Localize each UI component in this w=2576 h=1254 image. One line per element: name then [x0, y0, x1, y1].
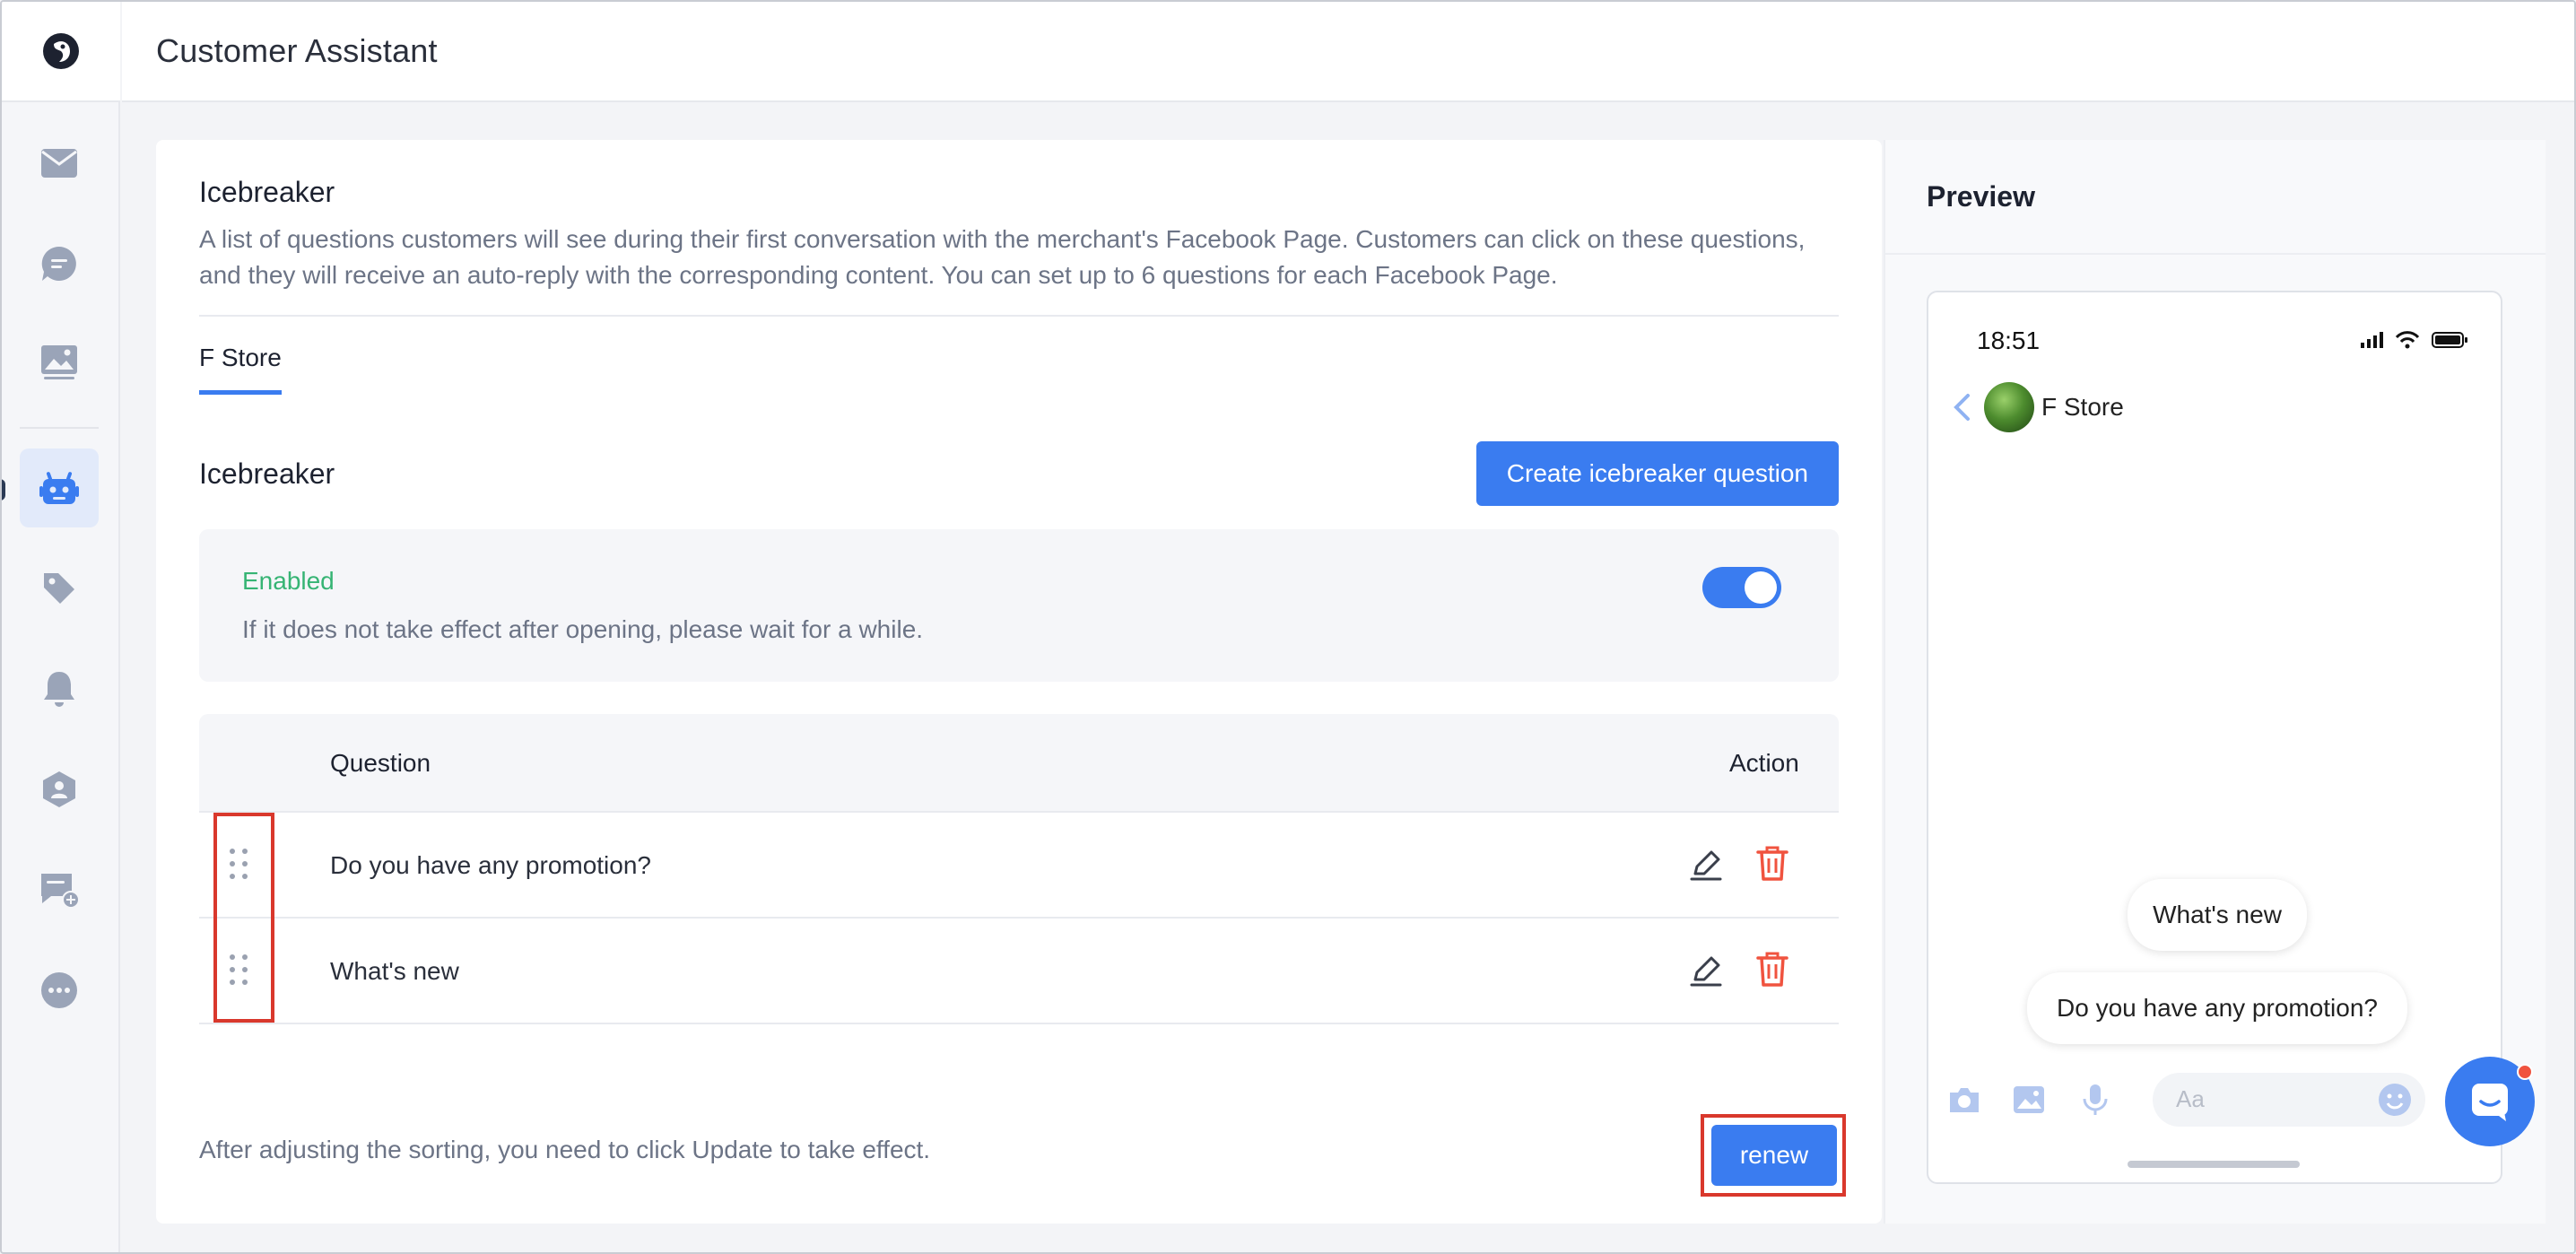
phone-time: 18:51: [1977, 327, 2041, 354]
settings-intro: Icebreaker A list of questions customers…: [199, 176, 1839, 403]
camera-icon[interactable]: [1946, 1082, 1982, 1118]
bell-icon: [44, 672, 74, 707]
divider: [199, 315, 1839, 317]
top-header: Customer Assistant: [122, 2, 2574, 102]
column-header-action: Action: [1729, 749, 1799, 777]
edit-icon[interactable]: [1688, 953, 1724, 988]
renew-button[interactable]: renew: [1711, 1125, 1837, 1186]
back-chevron-icon[interactable]: [1952, 393, 1971, 422]
chat-header: F Store: [1952, 382, 2124, 432]
icebreaker-bubble[interactable]: Do you have any promotion?: [2027, 972, 2407, 1044]
sidebar-item-messages[interactable]: [20, 850, 99, 929]
section-title: Icebreaker: [199, 457, 335, 490]
emoji-icon[interactable]: [2377, 1082, 2413, 1118]
table-row: What's new: [199, 919, 1839, 1024]
app-logo[interactable]: [2, 2, 120, 102]
page-title: Customer Assistant: [156, 32, 438, 69]
status-title: Enabled: [242, 567, 335, 595]
active-indicator: [2, 479, 5, 501]
icebreaker-section-header: Icebreaker Create icebreaker question: [199, 441, 1839, 506]
edit-icon[interactable]: [1688, 847, 1724, 883]
drag-handles-highlight: [213, 813, 274, 1023]
delete-icon[interactable]: [1754, 951, 1790, 988]
microphone-icon[interactable]: [2077, 1082, 2113, 1118]
image-icon: [41, 345, 77, 379]
sidebar-item-customers[interactable]: [20, 750, 99, 829]
enable-toggle[interactable]: [1702, 567, 1781, 608]
icebreaker-settings-card: Icebreaker A list of questions customers…: [156, 140, 1882, 1224]
message-composer: Aa: [1941, 1073, 2488, 1127]
question-text: Do you have any promotion?: [330, 851, 651, 879]
message-input-placeholder: Aa: [2176, 1085, 2205, 1112]
chat-widget-icon: [2472, 1084, 2508, 1121]
column-header-question: Question: [330, 749, 431, 777]
sidebar-item-automation[interactable]: [20, 448, 99, 527]
sidebar-item-notifications[interactable]: [20, 649, 99, 728]
sidebar-item-tags[interactable]: [20, 549, 99, 628]
preview-title: Preview: [1927, 179, 2035, 213]
chat-add-icon: [41, 874, 80, 909]
support-chat-button[interactable]: [2445, 1057, 2535, 1146]
page-tabs: F Store: [199, 344, 1839, 403]
status-note: If it does not take effect after opening…: [242, 615, 924, 643]
robot-icon: [39, 472, 79, 504]
toggle-knob: [1745, 571, 1777, 604]
status-panel: Enabled If it does not take effect after…: [199, 529, 1839, 682]
settings-description: A list of questions customers will see d…: [199, 225, 1806, 289]
user-shield-icon: [43, 771, 75, 807]
sidebar: [2, 2, 120, 1252]
icebreaker-bubble[interactable]: What's new: [2128, 879, 2307, 951]
home-indicator: [2128, 1161, 2300, 1168]
tab-f-store[interactable]: F Store: [199, 344, 282, 395]
more-icon: [41, 972, 77, 1008]
sidebar-divider: [20, 427, 99, 429]
sidebar-item-more[interactable]: [20, 951, 99, 1030]
delete-icon[interactable]: [1754, 845, 1790, 883]
gallery-icon[interactable]: [2011, 1082, 2047, 1118]
parrot-logo-icon: [43, 33, 79, 69]
notification-dot: [2517, 1064, 2533, 1080]
questions-table: Question Action Do you have any promotio…: [199, 714, 1839, 1024]
phone-mockup: 18:51 F Store What's new Do you have any…: [1927, 291, 2502, 1184]
sorting-note: After adjusting the sorting, you need to…: [199, 1136, 931, 1163]
table-header: Question Action: [199, 714, 1839, 813]
message-input[interactable]: Aa: [2153, 1073, 2425, 1127]
mail-icon: [41, 149, 77, 178]
tag-icon: [44, 573, 74, 604]
settings-title: Icebreaker: [199, 176, 335, 208]
sidebar-item-inbox[interactable]: [20, 124, 99, 203]
preview-panel: Preview 18:51 F Store What's new Do you …: [1884, 140, 2546, 1224]
chat-page-name: F Store: [2041, 393, 2124, 421]
preview-header: Preview: [1885, 140, 2546, 255]
question-text: What's new: [330, 957, 459, 985]
phone-status-icons: [2361, 331, 2467, 349]
app-window: Customer Assistant Icebreaker A list of …: [0, 0, 2576, 1254]
create-icebreaker-button[interactable]: Create icebreaker question: [1475, 441, 1839, 506]
chat-bubble-icon: [41, 246, 76, 281]
sidebar-item-media[interactable]: [20, 323, 99, 402]
table-row: Do you have any promotion?: [199, 813, 1839, 919]
sidebar-item-comments[interactable]: [20, 224, 99, 303]
avatar: [1984, 382, 2034, 432]
